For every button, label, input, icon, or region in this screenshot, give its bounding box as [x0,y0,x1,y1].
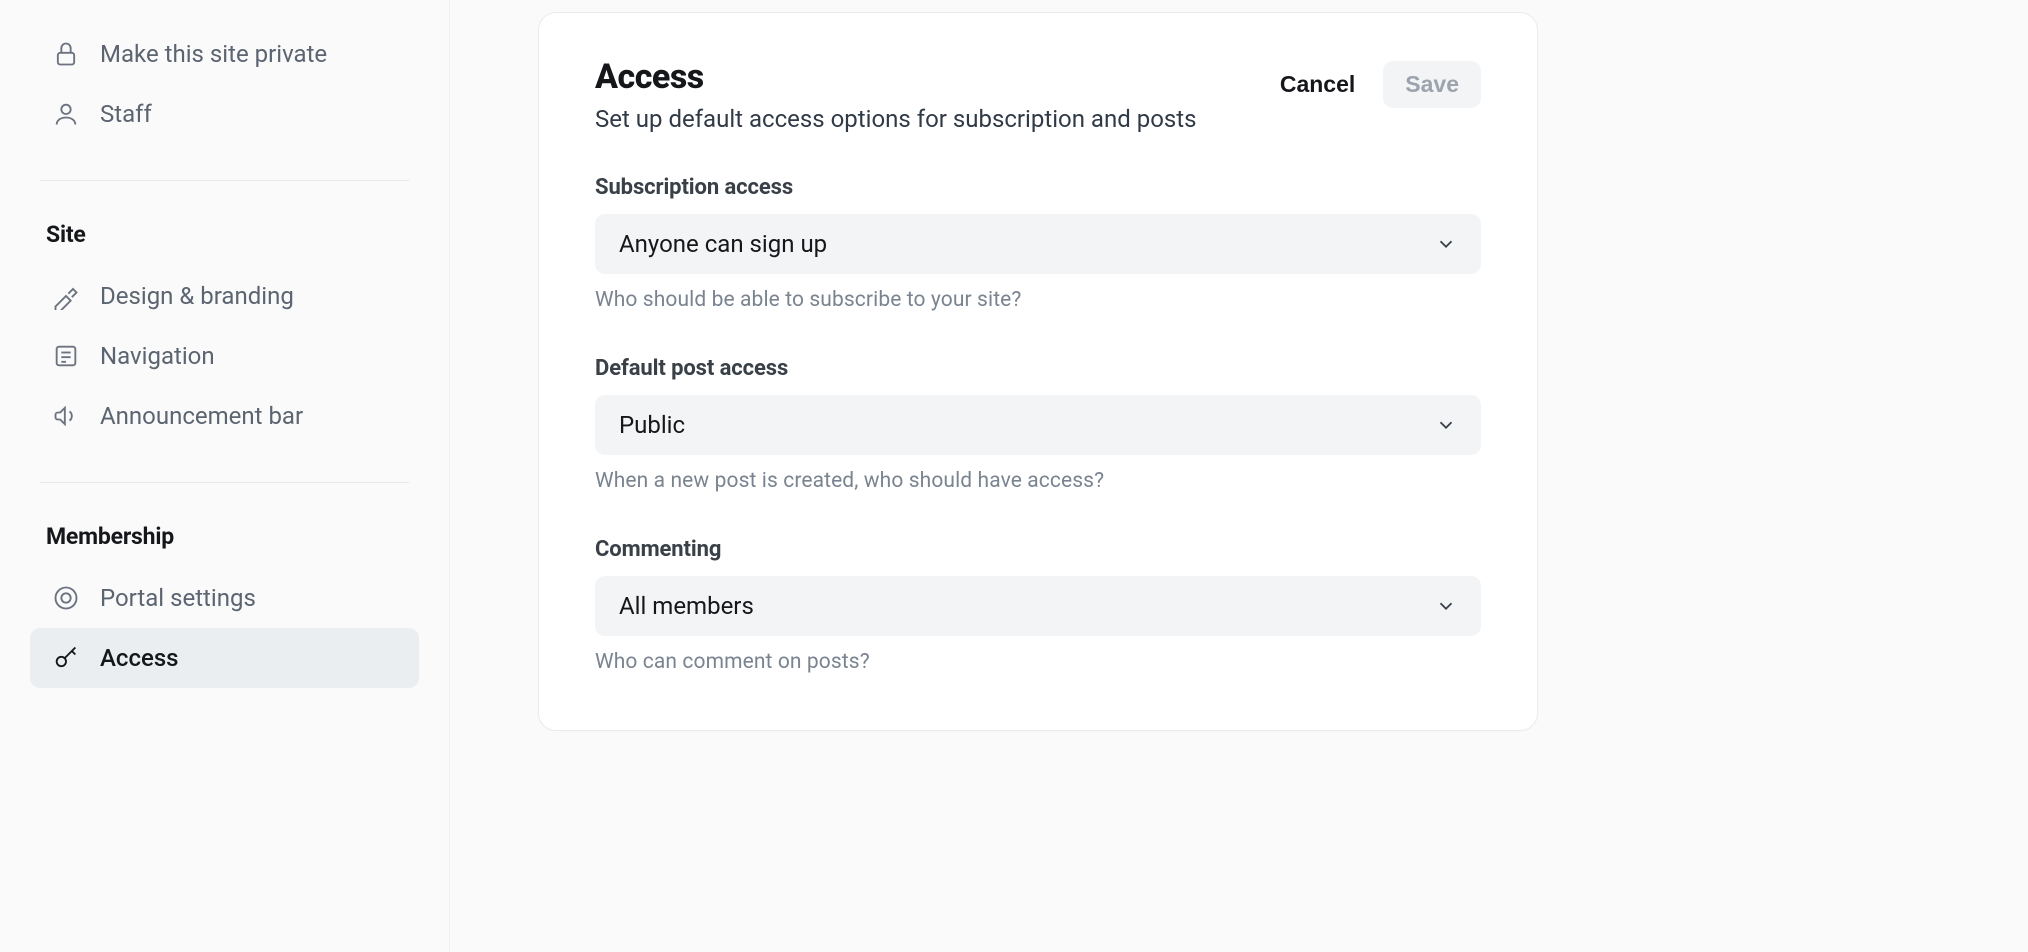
field-label: Default post access [595,356,1481,381]
sidebar-item-design[interactable]: Design & branding [30,266,419,326]
chevron-down-icon [1435,414,1457,436]
sidebar-item-make-private[interactable]: Make this site private [30,24,419,84]
commenting-select[interactable]: All members [595,576,1481,636]
portal-icon [52,584,80,612]
megaphone-icon [52,402,80,430]
sidebar-item-label: Announcement bar [100,402,303,430]
sidebar-item-label: Access [100,644,179,672]
sidebar-item-access[interactable]: Access [30,628,419,688]
subscription-access-select[interactable]: Anyone can sign up [595,214,1481,274]
sidebar-section-site: Site [30,213,419,266]
sidebar-divider [40,482,409,483]
access-card: Access Set up default access options for… [538,12,1538,731]
field-commenting: Commenting All members Who can comment o… [595,537,1481,674]
sidebar-item-navigation[interactable]: Navigation [30,326,419,386]
select-value: Public [619,411,685,439]
field-hint: Who should be able to subscribe to your … [595,288,1481,312]
field-hint: Who can comment on posts? [595,650,1481,674]
field-hint: When a new post is created, who should h… [595,469,1481,493]
field-subscription-access: Subscription access Anyone can sign up W… [595,175,1481,312]
card-title: Access [595,57,1197,97]
lock-icon [52,40,80,68]
chevron-down-icon [1435,595,1457,617]
save-button[interactable]: Save [1383,61,1481,108]
sidebar-item-label: Navigation [100,342,215,370]
field-label: Commenting [595,537,1481,562]
card-subtitle: Set up default access options for subscr… [595,105,1197,133]
sidebar-item-label: Make this site private [100,40,327,68]
card-header: Access Set up default access options for… [595,57,1481,133]
field-label: Subscription access [595,175,1481,200]
key-icon [52,644,80,672]
default-post-access-select[interactable]: Public [595,395,1481,455]
staff-icon [52,100,80,128]
card-heading-block: Access Set up default access options for… [595,57,1197,133]
card-actions: Cancel Save [1280,61,1481,108]
select-value: All members [619,592,754,620]
sidebar-item-label: Design & branding [100,282,294,310]
cancel-button[interactable]: Cancel [1280,71,1355,98]
sidebar-item-staff[interactable]: Staff [30,84,419,144]
sidebar-divider [40,180,409,181]
sidebar-item-label: Staff [100,100,152,128]
sidebar-item-announcement[interactable]: Announcement bar [30,386,419,446]
sidebar: Make this site private Staff Site Design… [0,0,450,952]
select-value: Anyone can sign up [619,230,827,258]
list-icon [52,342,80,370]
chevron-down-icon [1435,233,1457,255]
main-content: Access Set up default access options for… [450,0,2028,952]
sidebar-section-membership: Membership [30,515,419,568]
sidebar-item-label: Portal settings [100,584,256,612]
field-default-post-access: Default post access Public When a new po… [595,356,1481,493]
palette-icon [52,282,80,310]
sidebar-item-portal[interactable]: Portal settings [30,568,419,628]
